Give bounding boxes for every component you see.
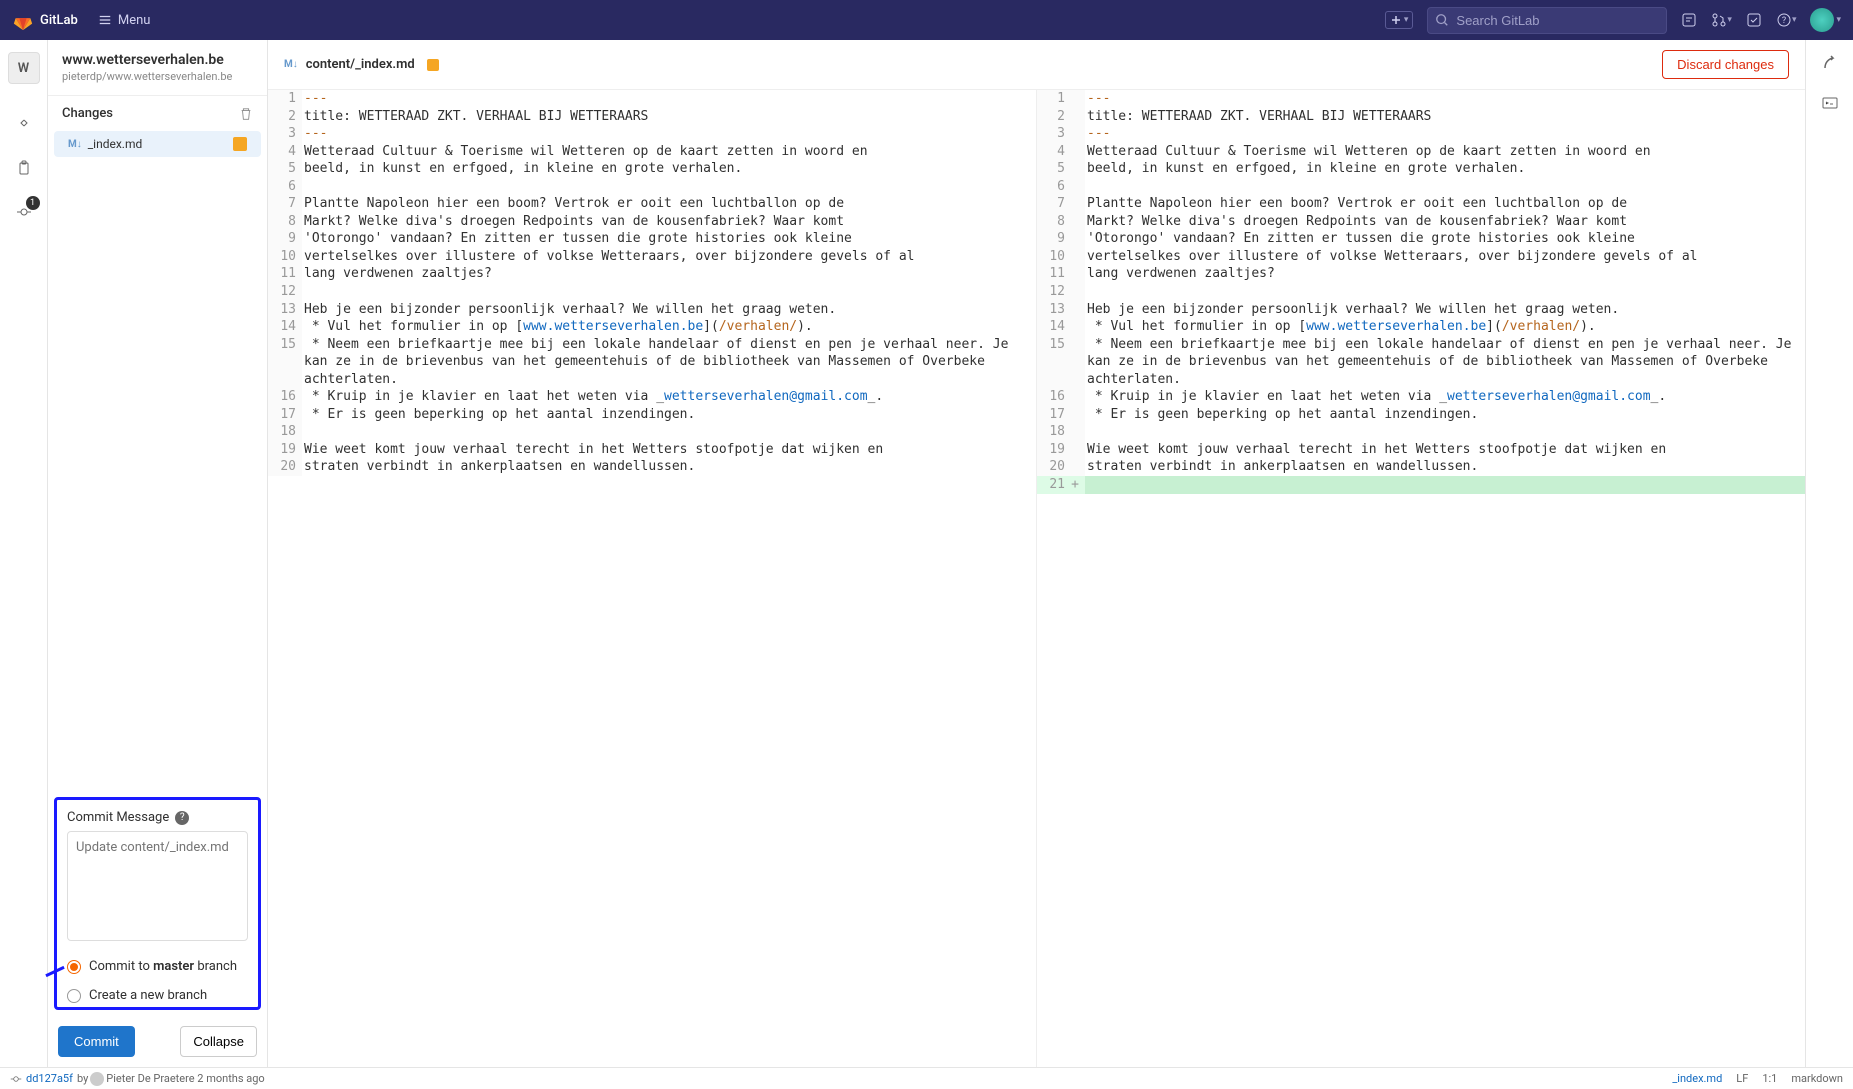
activity-rail: W 1 xyxy=(0,40,48,1067)
commit-time: 2 months ago xyxy=(197,1072,264,1085)
search-input[interactable] xyxy=(1427,7,1667,34)
status-bar: dd127a5f by Pieter De Praetere 2 months … xyxy=(0,1067,1853,1089)
commit-panel: Commit Message ? Commit to master branch… xyxy=(54,797,261,1010)
project-header: www.wetterseverhalen.be pieterdp/www.wet… xyxy=(48,40,267,96)
commit-button[interactable]: Commit xyxy=(58,1026,135,1057)
help-icon[interactable]: ? xyxy=(175,811,189,825)
plus-icon xyxy=(1390,14,1402,26)
status-file[interactable]: _index.md xyxy=(1672,1072,1722,1085)
menu-button[interactable]: Menu xyxy=(98,13,151,28)
project-path: pieterdp/www.wetterseverhalen.be xyxy=(62,70,253,83)
merge-request-icon[interactable]: ▾ xyxy=(1711,12,1732,28)
discard-changes-button[interactable]: Discard changes xyxy=(1662,50,1789,79)
gitlab-logo[interactable]: GitLab xyxy=(12,9,78,31)
status-pos: 1:1 xyxy=(1762,1072,1777,1085)
svg-text:?: ? xyxy=(1782,16,1786,26)
commit-footer: Commit Collapse xyxy=(48,1016,267,1067)
discard-all-icon[interactable] xyxy=(239,107,253,121)
diff-pane-right: 1---2title: WETTERAAD ZKT. VERHAAL BIJ W… xyxy=(1037,90,1805,1067)
diff-pane-left: 1---2title: WETTERAAD ZKT. VERHAAL BIJ W… xyxy=(268,90,1037,1067)
commit-sha[interactable]: dd127a5f xyxy=(26,1072,73,1085)
rail-clipboard-icon[interactable] xyxy=(0,146,48,190)
editor-area: M↓ content/_index.md Discard changes 1--… xyxy=(268,40,1805,1067)
search-icon xyxy=(1435,13,1449,27)
gitlab-icon xyxy=(12,9,34,31)
commit-count-badge: 1 xyxy=(26,196,40,210)
todo-icon[interactable] xyxy=(1746,12,1762,28)
commit-to-branch-radio[interactable]: Commit to master branch xyxy=(67,959,248,974)
status-lang: markdown xyxy=(1791,1072,1843,1085)
create-new-branch-radio[interactable]: Create a new branch xyxy=(67,988,248,1003)
changed-file-item[interactable]: M↓ _index.md xyxy=(54,131,261,157)
chevron-down-icon: ▾ xyxy=(1404,15,1409,25)
chevron-down-icon: ▾ xyxy=(1836,15,1841,25)
brand-text: GitLab xyxy=(40,13,78,28)
modified-badge xyxy=(233,137,247,151)
commit-message-input[interactable] xyxy=(67,831,248,941)
right-rail xyxy=(1805,40,1853,1067)
rail-commit-icon[interactable]: 1 xyxy=(0,190,48,234)
author-avatar xyxy=(90,1072,104,1086)
collapse-button[interactable]: Collapse xyxy=(180,1026,257,1057)
top-nav: GitLab Menu ▾ ▾ ?▾ ▾ xyxy=(0,0,1853,40)
changed-file-name: _index.md xyxy=(88,137,143,151)
editor-tabs: M↓ content/_index.md Discard changes xyxy=(268,40,1805,90)
status-lf: LF xyxy=(1736,1072,1748,1085)
file-path: content/_index.md xyxy=(306,57,415,72)
project-avatar[interactable]: W xyxy=(8,52,40,84)
search-wrap xyxy=(1427,7,1667,34)
pipeline-icon[interactable] xyxy=(1821,54,1839,72)
modified-badge xyxy=(427,59,439,71)
changes-title: Changes xyxy=(62,106,113,121)
markdown-icon: M↓ xyxy=(68,139,82,150)
author-name: Pieter De Praetere xyxy=(106,1072,194,1085)
sidebar: www.wetterseverhalen.be pieterdp/www.wet… xyxy=(48,40,268,1067)
rail-edit-icon[interactable] xyxy=(0,102,48,146)
commit-message-label: Commit Message ? xyxy=(67,810,248,825)
help-icon[interactable]: ?▾ xyxy=(1776,12,1797,28)
commit-icon xyxy=(10,1073,22,1085)
diff-view[interactable]: 1---2title: WETTERAAD ZKT. VERHAAL BIJ W… xyxy=(268,90,1805,1067)
avatar xyxy=(1810,8,1834,32)
radio-unchecked-icon xyxy=(67,989,81,1003)
radio-checked-icon xyxy=(67,960,81,974)
create-new-button[interactable]: ▾ xyxy=(1385,11,1414,29)
user-menu[interactable]: ▾ xyxy=(1810,8,1841,32)
changes-header: Changes xyxy=(48,96,267,131)
hamburger-icon xyxy=(98,13,112,27)
project-name: www.wetterseverhalen.be xyxy=(62,52,253,68)
terminal-icon[interactable] xyxy=(1821,94,1839,112)
markdown-icon: M↓ xyxy=(284,59,298,70)
snippet-icon[interactable] xyxy=(1681,12,1697,28)
